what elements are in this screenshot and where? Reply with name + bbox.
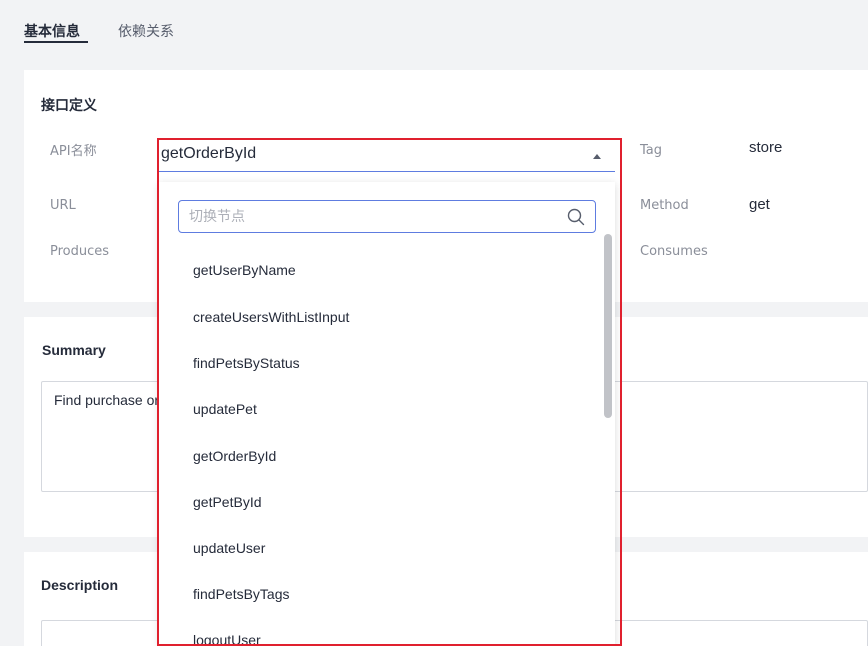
tab-dependencies[interactable]: 依赖关系	[118, 21, 174, 41]
summary-title: Summary	[42, 342, 106, 358]
dropdown-option[interactable]: createUsersWithListInput	[193, 309, 349, 325]
search-icon[interactable]	[567, 208, 585, 226]
method-value: get	[749, 196, 770, 213]
active-tab-indicator	[24, 41, 88, 43]
dropdown-option[interactable]: updateUser	[193, 540, 265, 556]
tab-basic-info[interactable]: 基本信息	[24, 21, 80, 41]
dropdown-scrollbar-thumb[interactable]	[604, 234, 612, 418]
tag-label: Tag	[640, 143, 663, 158]
dropdown-option[interactable]: findPetsByStatus	[193, 355, 300, 371]
tag-value: store	[749, 139, 783, 156]
dropdown-option[interactable]: updatePet	[193, 401, 257, 417]
node-search-box	[178, 200, 596, 233]
url-label: URL	[50, 198, 76, 213]
dropdown-scrollbar[interactable]	[604, 234, 612, 645]
dropdown-option[interactable]: logoutUser	[193, 632, 261, 645]
dropdown-option[interactable]: findPetsByTags	[193, 586, 290, 602]
api-name-select-value: getOrderById	[161, 145, 257, 162]
api-name-dropdown: getUserByName createUsersWithListInput f…	[159, 182, 615, 645]
consumes-label: Consumes	[640, 244, 708, 259]
node-search-input[interactable]	[189, 207, 549, 227]
method-label: Method	[640, 198, 689, 213]
api-name-select[interactable]: getOrderById	[159, 140, 615, 172]
dropdown-option[interactable]: getOrderById	[193, 448, 276, 464]
api-name-label: API名称	[50, 144, 97, 159]
interface-definition-title: 接口定义	[41, 98, 97, 114]
dropdown-option[interactable]: getUserByName	[193, 262, 296, 278]
tab-bar: 基本信息 依赖关系	[0, 0, 868, 70]
dropdown-option[interactable]: getPetById	[193, 494, 262, 510]
caret-up-icon[interactable]	[593, 154, 601, 159]
description-title: Description	[41, 577, 119, 593]
produces-label: Produces	[50, 244, 110, 259]
